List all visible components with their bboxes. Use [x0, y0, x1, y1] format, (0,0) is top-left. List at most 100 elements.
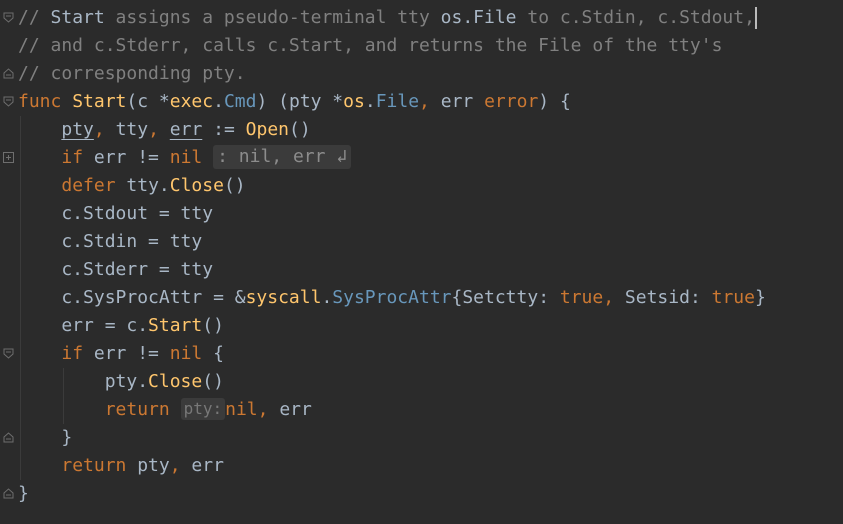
code-token: pty. — [18, 371, 149, 392]
code-line[interactable]: // corresponding pty. — [18, 60, 766, 88]
comment-token: to c.Stdin, c.Stdout, — [516, 7, 755, 28]
code-line[interactable]: pty.Close() — [18, 368, 766, 396]
keyword-token: nil — [169, 147, 203, 168]
code-line[interactable]: c.Stdout = tty — [18, 200, 766, 228]
code-token: () — [289, 119, 311, 140]
keyword-token: true — [711, 287, 755, 308]
code-token: c.SysProcAttr = & — [18, 287, 246, 308]
code-token: pty — [137, 455, 170, 476]
code-token: c.Stdout = tty — [18, 203, 214, 224]
identifier-token: Start — [72, 91, 127, 112]
identifier-token: syscall — [245, 287, 322, 308]
fold-end-icon[interactable] — [3, 432, 14, 443]
keyword-token: return — [61, 455, 138, 476]
keyword-token: , — [169, 455, 192, 476]
type-token: SysProcAttr — [332, 287, 452, 308]
comment-ref-token: os.File — [440, 7, 517, 28]
code-line[interactable]: c.Stdin = tty — [18, 228, 766, 256]
code-token: (c * — [126, 91, 170, 112]
code-token: . — [213, 91, 224, 112]
keyword-token: return — [104, 399, 170, 420]
code-line[interactable]: } — [18, 424, 766, 452]
indent-guide — [20, 116, 21, 480]
folded-region-placeholder[interactable]: : nil, err ↲ — [213, 145, 352, 169]
code-token: () — [223, 175, 246, 196]
code-token: tty. — [126, 175, 170, 196]
keyword-token: , — [148, 119, 170, 140]
code-line[interactable]: func Start(c *exec.Cmd) (pty *os.File, e… — [18, 88, 766, 116]
code-line[interactable]: err = c.Start() — [18, 312, 766, 340]
code-token: } — [18, 427, 73, 448]
code-token: ) (pty * — [256, 91, 344, 112]
code-token: c.Stdin = tty — [18, 231, 203, 252]
code-line[interactable]: return pty, err — [18, 452, 766, 480]
code-line[interactable]: // Start assigns a pseudo-terminal tty o… — [18, 4, 766, 32]
code-token: . — [364, 91, 376, 112]
keyword-token: if — [61, 343, 94, 364]
keyword-token: , — [419, 91, 441, 112]
keyword-token: nil — [169, 343, 203, 364]
keyword-token: , — [93, 119, 116, 140]
code-line[interactable]: } — [18, 480, 766, 508]
indent-guide — [63, 368, 65, 424]
keyword-token: error — [484, 91, 539, 112]
identifier-token: Open — [245, 119, 289, 140]
code-token: ) { — [538, 91, 571, 112]
code-line[interactable]: defer tty.Close() — [18, 172, 766, 200]
comment-token: // and c.Stderr, calls c.Start, and retu… — [18, 35, 723, 56]
type-token: File — [375, 91, 420, 112]
code-token: Setsid: — [624, 287, 712, 308]
code-token: } — [754, 287, 766, 308]
text-caret — [755, 7, 758, 29]
fold-start-icon[interactable] — [3, 96, 14, 107]
code-token: err != — [93, 147, 170, 168]
code-line[interactable]: if err != nil { — [18, 340, 766, 368]
code-token: c.Stderr = tty — [18, 259, 214, 280]
comment-ref-token: Start — [50, 7, 105, 28]
identifier-token: Close — [148, 371, 203, 392]
comment-token: // — [18, 7, 51, 28]
keyword-token: defer — [61, 175, 127, 196]
comment-token: // corresponding pty. — [18, 63, 246, 84]
code-token: err = c. — [18, 315, 149, 336]
fold-start-icon[interactable] — [3, 348, 14, 359]
identifier-token: Start — [148, 315, 203, 336]
code-line[interactable]: pty, tty, err := Open() — [18, 116, 766, 144]
code-token: () — [202, 371, 224, 392]
keyword-token: true — [559, 287, 604, 308]
code-line[interactable]: return pty: nil, err — [18, 396, 766, 424]
code-token: err != — [93, 343, 170, 364]
code-line[interactable]: c.SysProcAttr = &syscall.SysProcAttr{Set… — [18, 284, 766, 312]
fold-end-icon[interactable] — [3, 488, 14, 499]
code-token: () — [202, 315, 224, 336]
code-line[interactable]: if err != nil : nil, err ↲ — [18, 144, 766, 172]
underlined-var-token: pty — [61, 119, 94, 140]
identifier-token: Close — [169, 175, 224, 196]
identifier-token: exec — [169, 91, 214, 112]
code-token: err — [279, 399, 312, 420]
comment-token: assigns a pseudo-terminal tty — [104, 7, 441, 28]
code-token: { — [202, 343, 224, 364]
code-token: } — [18, 483, 29, 504]
code-token: err — [191, 455, 224, 476]
code-token: := — [202, 119, 246, 140]
keyword-token: if — [61, 147, 94, 168]
code-token: {Setctty: — [451, 287, 560, 308]
code-line[interactable]: c.Stderr = tty — [18, 256, 766, 284]
code-token: tty — [115, 119, 149, 140]
fold-end-icon[interactable] — [3, 68, 14, 79]
code-token: err — [440, 91, 485, 112]
type-token: Cmd — [223, 91, 257, 112]
expand-fold-icon[interactable] — [3, 152, 14, 163]
code-editor[interactable]: // Start assigns a pseudo-terminal tty o… — [0, 0, 843, 524]
fold-start-icon[interactable] — [3, 12, 14, 23]
code-area[interactable]: // Start assigns a pseudo-terminal tty o… — [18, 4, 766, 508]
underlined-var-token: err — [169, 119, 203, 140]
code-line[interactable]: // and c.Stderr, calls c.Start, and retu… — [18, 32, 766, 60]
